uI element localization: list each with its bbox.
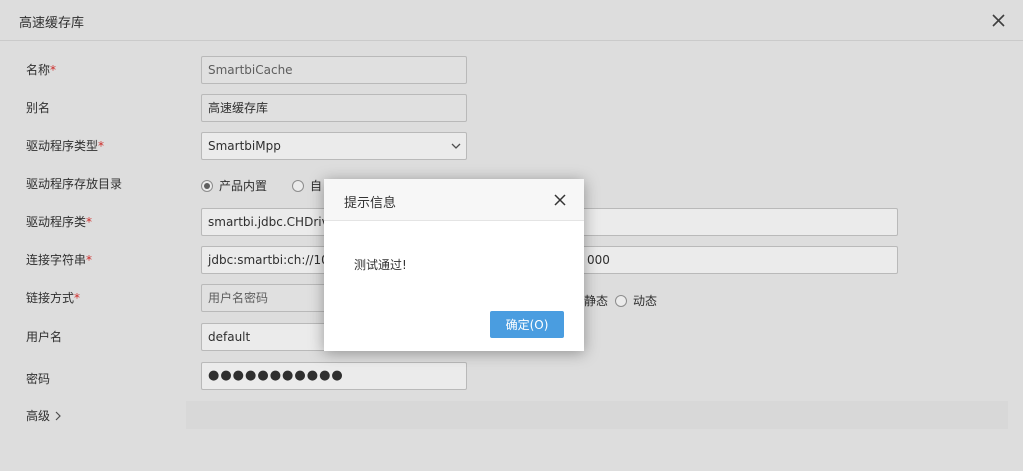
dialog-title: 提示信息 (344, 196, 397, 211)
dialog-header: 提示信息 (324, 179, 584, 221)
ok-button[interactable]: 确定(O) (490, 311, 564, 338)
message-dialog: 提示信息 测试通过! 确定(O) (324, 179, 584, 351)
dialog-message: 测试通过! (354, 258, 407, 272)
close-icon[interactable] (553, 193, 567, 207)
